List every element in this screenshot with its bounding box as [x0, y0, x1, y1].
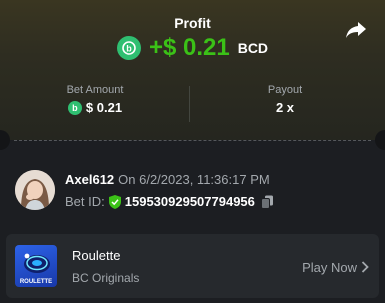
game-card[interactable]: ROULETTE Roulette BC Originals Play Now [6, 234, 379, 298]
stats-divider [189, 86, 190, 122]
bet-stats: Bet Amount b $ 0.21 Payout 2 x [0, 84, 385, 124]
profit-amount-row: b +$ 0.21 BCD [0, 34, 385, 62]
username[interactable]: Axel612 [65, 172, 114, 187]
game-provider: BC Originals [72, 271, 140, 285]
bcd-coin-icon: b [116, 36, 141, 60]
bet-id-label: Bet ID: [65, 194, 105, 209]
bcd-coin-icon: b [67, 100, 82, 115]
profit-label: Profit [174, 15, 211, 31]
game-thumbnail-label: ROULETTE [19, 279, 53, 285]
bet-amount-value-row: b $ 0.21 [0, 100, 190, 115]
bet-id-line: Bet ID: 159530929507794956 [65, 194, 274, 209]
bet-date: On 6/2/2023, 11:36:17 PM [118, 172, 270, 187]
avatar[interactable] [15, 170, 55, 210]
bet-amount-label: Bet Amount [66, 84, 124, 96]
game-name: Roulette [72, 248, 121, 263]
bet-id-value: 159530929507794956 [124, 194, 255, 209]
bet-amount-value: $ 0.21 [85, 100, 123, 115]
svg-text:b: b [126, 44, 132, 54]
profit-currency: BCD [237, 40, 269, 56]
ticket-notch-right [375, 130, 385, 150]
payout-block: Payout 2 x [190, 84, 380, 115]
dashed-separator [14, 140, 371, 141]
game-thumbnail: ROULETTE [15, 245, 57, 287]
payout-value: 2 x [275, 100, 295, 115]
chevron-right-icon[interactable] [361, 261, 369, 273]
copy-icon[interactable] [260, 195, 274, 209]
verified-shield-icon [108, 194, 121, 209]
payout-label: Payout [267, 84, 303, 96]
play-now-link[interactable]: Play Now [302, 260, 357, 275]
bet-user-info: Axel612 On 6/2/2023, 11:36:17 PM Bet ID: … [15, 170, 375, 214]
profit-amount: +$ 0.21 [148, 34, 230, 61]
user-line: Axel612 On 6/2/2023, 11:36:17 PM [65, 172, 270, 187]
bet-amount-block: Bet Amount b $ 0.21 [0, 84, 190, 115]
